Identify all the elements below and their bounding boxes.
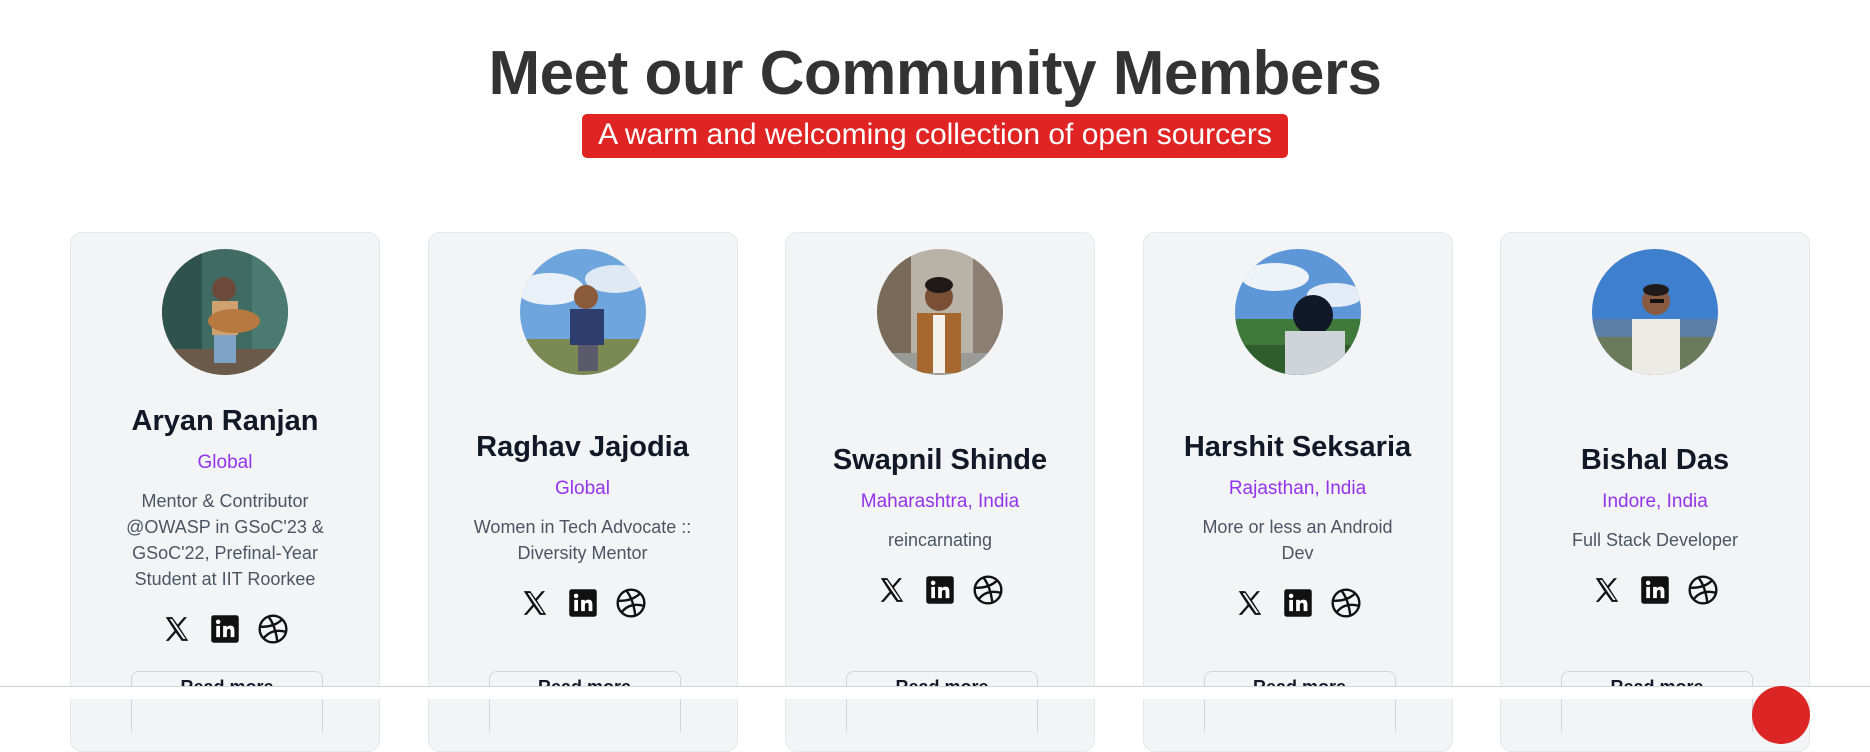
page-title: Meet our Community Members <box>488 39 1382 108</box>
x-icon[interactable] <box>875 573 909 607</box>
member-name: Swapnil Shinde <box>832 443 1048 476</box>
member-location: Global <box>197 451 253 473</box>
member-avatar <box>1234 249 1361 375</box>
floating-action-button[interactable] <box>1752 686 1810 744</box>
member-name: Raghav Jajodia <box>476 430 689 463</box>
member-bio: More or less an Android Dev <box>1202 516 1393 563</box>
x-icon[interactable] <box>160 612 194 646</box>
member-location: Global <box>555 477 610 499</box>
linkedin-icon[interactable] <box>1638 573 1672 607</box>
linkedin-icon[interactable] <box>1281 586 1315 620</box>
dribbble-icon[interactable] <box>971 573 1005 607</box>
member-name: Aryan Ranjan <box>131 404 319 437</box>
social-links <box>1590 573 1720 607</box>
member-card: Swapnil Shinde Maharashtra, India reinca… <box>785 232 1095 752</box>
member-avatar <box>1592 249 1718 375</box>
read-more-button[interactable]: Read more <box>846 671 1038 732</box>
dribbble-icon[interactable] <box>256 612 290 646</box>
member-name: Harshit Seksaria <box>1183 430 1412 463</box>
member-location: Maharashtra, India <box>860 490 1020 512</box>
linkedin-icon[interactable] <box>923 573 957 607</box>
member-avatar <box>162 249 288 375</box>
linkedin-icon[interactable] <box>208 612 242 646</box>
read-more-button[interactable]: Read more <box>488 671 681 732</box>
member-cards-row: Aryan Ranjan Global Mentor & Contributor… <box>70 232 1810 752</box>
linkedin-icon[interactable] <box>566 586 600 620</box>
member-avatar <box>519 249 646 375</box>
page-header: Meet our Community Members A warm and we… <box>0 0 1870 158</box>
social-links <box>1233 586 1363 620</box>
x-icon[interactable] <box>518 586 552 620</box>
member-bio: Mentor & Contributor @OWASP in GSoC'23 &… <box>126 490 324 589</box>
social-links <box>160 612 290 646</box>
social-links <box>518 586 648 620</box>
member-name: Bishal Das <box>1580 443 1730 476</box>
dribbble-icon[interactable] <box>614 586 648 620</box>
read-more-button[interactable]: Read more <box>131 671 323 732</box>
bottom-divider <box>0 686 1870 699</box>
member-avatar <box>877 249 1003 375</box>
x-icon[interactable] <box>1233 586 1267 620</box>
member-card: Aryan Ranjan Global Mentor & Contributor… <box>70 232 380 752</box>
read-more-button[interactable]: Read more <box>1203 671 1396 732</box>
member-bio: Women in Tech Advocate :: Diversity Ment… <box>473 516 692 563</box>
member-bio: reincarnating <box>887 529 993 550</box>
page-subtitle-badge: A warm and welcoming collection of open … <box>582 114 1288 158</box>
member-card: Harshit Seksaria Rajasthan, India More o… <box>1142 232 1453 752</box>
member-location: Rajasthan, India <box>1228 477 1367 499</box>
member-card: Raghav Jajodia Global Women in Tech Advo… <box>427 232 738 752</box>
read-more-button[interactable]: Read more <box>1561 671 1753 732</box>
member-location: Indore, India <box>1602 490 1708 512</box>
dribbble-icon[interactable] <box>1329 586 1363 620</box>
x-icon[interactable] <box>1590 573 1624 607</box>
member-bio: Full Stack Developer <box>1571 529 1739 550</box>
member-card: Bishal Das Indore, India Full Stack Deve… <box>1500 232 1810 752</box>
social-links <box>875 573 1005 607</box>
dribbble-icon[interactable] <box>1686 573 1720 607</box>
